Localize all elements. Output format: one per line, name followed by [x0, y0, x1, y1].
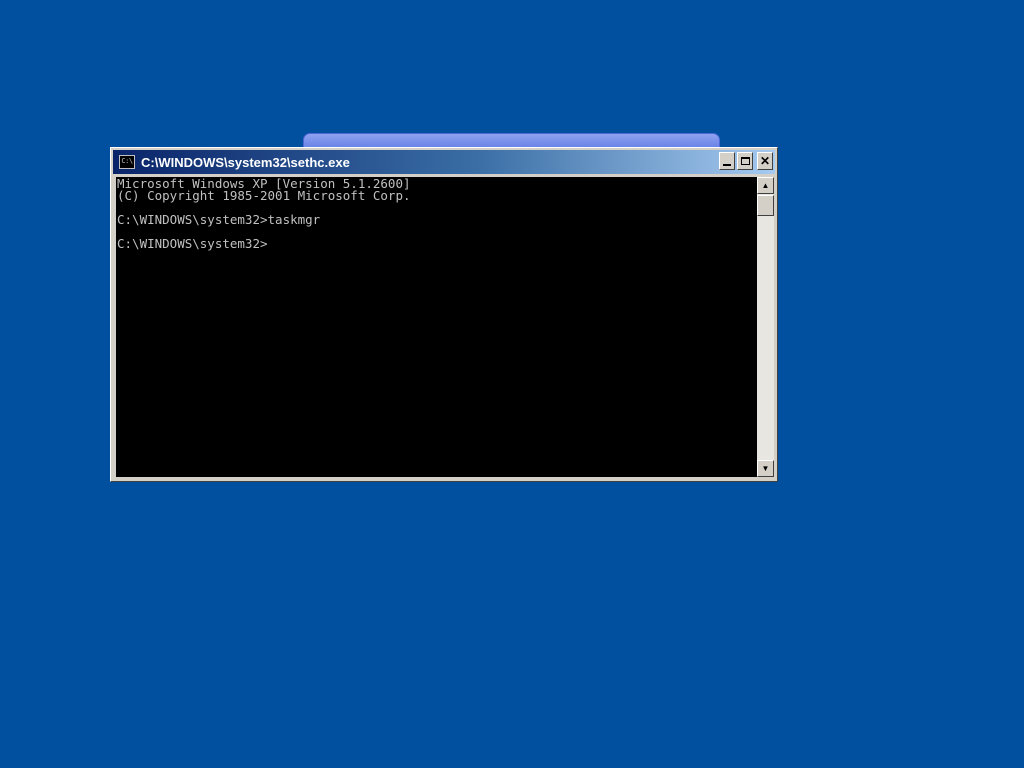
title-bar[interactable]: C:\ C:\WINDOWS\system32\sethc.exe ✕ [113, 150, 775, 174]
maximize-button[interactable] [737, 152, 753, 170]
minimize-icon [723, 164, 731, 166]
console-window[interactable]: C:\ C:\WINDOWS\system32\sethc.exe ✕ Micr… [110, 147, 778, 482]
scroll-down-button[interactable]: ▼ [757, 460, 774, 477]
window-title: C:\WINDOWS\system32\sethc.exe [141, 154, 350, 170]
console-line: C:\WINDOWS\system32>taskmgr [117, 212, 321, 227]
title-buttons: ✕ [719, 152, 773, 170]
close-button[interactable]: ✕ [757, 152, 773, 170]
cmd-icon: C:\ [119, 155, 135, 169]
console-output[interactable]: Microsoft Windows XP [Version 5.1.2600] … [116, 177, 757, 477]
vertical-scrollbar[interactable]: ▲ ▼ [757, 177, 774, 477]
arrow-down-icon: ▼ [761, 464, 770, 473]
arrow-up-icon: ▲ [761, 181, 770, 190]
scroll-up-button[interactable]: ▲ [757, 177, 774, 194]
close-icon: ✕ [759, 154, 771, 168]
minimize-button[interactable] [719, 152, 735, 170]
console-line: (C) Copyright 1985-2001 Microsoft Corp. [117, 188, 411, 203]
scroll-thumb[interactable] [757, 195, 774, 216]
maximize-icon [740, 157, 750, 165]
console-prompt: C:\WINDOWS\system32> [117, 236, 268, 251]
